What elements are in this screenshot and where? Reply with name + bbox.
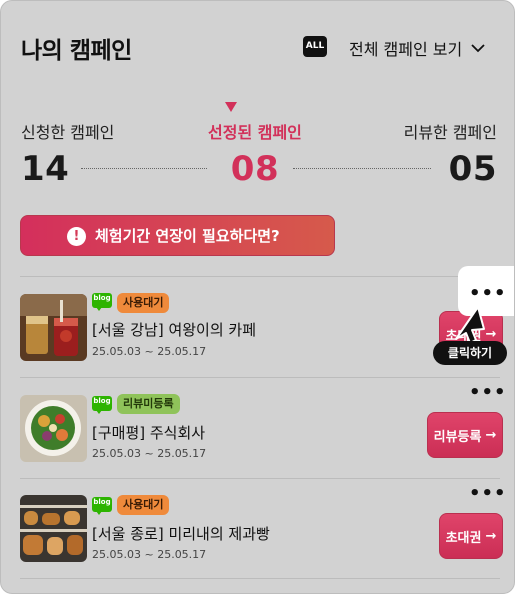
stat-selected[interactable]: 선정된 캠페인 08 [208, 119, 302, 189]
chevron-down-icon [471, 44, 485, 53]
stat-reviewed[interactable]: 리뷰한 캠페인 05 [398, 119, 497, 189]
more-options-icon[interactable]: ••• [469, 483, 507, 504]
status-badge: 리뷰미등록 [117, 394, 180, 414]
cafe-drinks-image [20, 294, 87, 361]
stat-reviewed-value: 05 [448, 149, 497, 189]
register-review-button[interactable]: 리뷰등록 → [427, 412, 503, 458]
divider [20, 578, 500, 579]
stat-selected-label: 선정된 캠페인 [208, 123, 302, 142]
campaign-name[interactable]: [서울 강남] 여왕이의 카페 [92, 319, 256, 340]
campaign-name[interactable]: [구매평] 주식회사 [92, 422, 205, 443]
view-all-campaigns-link[interactable]: 전체 캠페인 보기 [349, 36, 486, 60]
stat-divider [81, 168, 207, 169]
blog-icon: blog [92, 497, 112, 515]
bakery-image [20, 495, 87, 562]
list-item[interactable]: blog 사용대기 [서울 종로] 미리내의 제과빵 25.05.03 ~ 25… [1, 479, 514, 579]
arrow-right-icon: → [485, 427, 497, 443]
blog-icon: blog [92, 396, 112, 414]
arrow-right-icon: → [485, 528, 497, 544]
register-review-label: 리뷰등록 [433, 429, 482, 445]
click-tooltip: 클릭하기 [433, 341, 507, 365]
invite-ticket-label: 초대권 [445, 530, 482, 546]
selected-caret-icon [225, 102, 237, 112]
more-options-icon[interactable]: ••• [469, 283, 507, 304]
page-title: 나의 캠페인 [21, 38, 132, 64]
campaign-name[interactable]: [서울 종로] 미리내의 제과빵 [92, 523, 270, 544]
status-badge: 사용대기 [117, 495, 170, 515]
more-options-icon[interactable]: ••• [469, 382, 507, 403]
list-item[interactable]: blog 리뷰미등록 [구매평] 주식회사 25.05.03 ~ 25.05.1… [1, 378, 514, 478]
all-badge: ALL [303, 36, 327, 57]
exclamation-icon: ! [67, 227, 86, 246]
campaign-date: 25.05.03 ~ 25.05.17 [92, 548, 207, 561]
alert-text: 체험기간 연장이 필요하다면? [95, 227, 280, 245]
stat-reviewed-label: 리뷰한 캠페인 [403, 123, 497, 142]
salad-bowl-image [20, 395, 87, 462]
view-all-label: 전체 캠페인 보기 [349, 40, 463, 59]
stat-applied[interactable]: 신청한 캠페인 14 [21, 119, 114, 189]
invite-ticket-button[interactable]: 초대권 → [439, 513, 503, 559]
stat-applied-value: 14 [21, 149, 70, 189]
campaign-date: 25.05.03 ~ 25.05.17 [92, 345, 207, 358]
extension-alert-button[interactable]: ! 체험기간 연장이 필요하다면? [20, 215, 335, 256]
campaign-card: 나의 캠페인 ALL 전체 캠페인 보기 신청한 캠페인 14 선정된 캠페인 … [0, 0, 515, 594]
stat-selected-value: 08 [230, 149, 280, 189]
stat-applied-label: 신청한 캠페인 [21, 123, 115, 142]
blog-icon: blog [92, 293, 112, 311]
campaign-date: 25.05.03 ~ 25.05.17 [92, 447, 207, 460]
status-badge: 사용대기 [117, 293, 170, 313]
